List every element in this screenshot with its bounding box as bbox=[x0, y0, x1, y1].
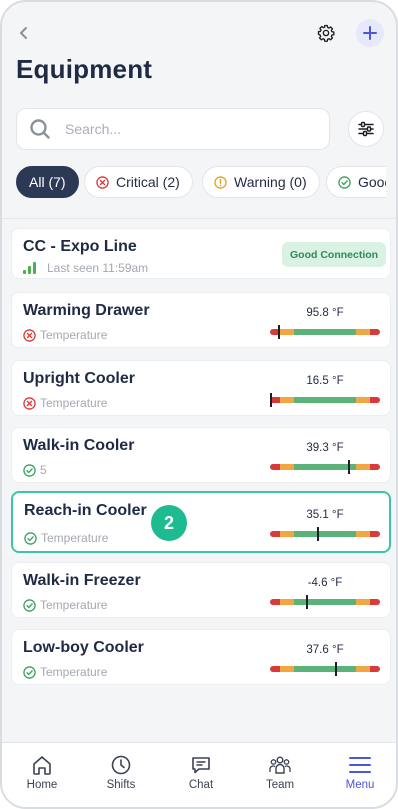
equipment-card[interactable]: Low-boy Cooler Temperature 37.6 °F bbox=[11, 629, 391, 685]
connection-name: CC - Expo Line bbox=[23, 238, 137, 255]
temperature-reading: 16.5 °F bbox=[306, 375, 344, 387]
equipment-status-row: Temperature bbox=[23, 396, 107, 410]
equipment-card[interactable]: Warming Drawer Temperature 95.8 °F bbox=[11, 292, 391, 348]
filter-chip-good[interactable]: Good bbox=[326, 166, 386, 198]
critical-icon bbox=[23, 328, 36, 342]
app-screen: Equipment All (7) Critical (2) War bbox=[0, 0, 398, 809]
chip-label: All (7) bbox=[29, 174, 66, 190]
search-bar[interactable] bbox=[16, 108, 330, 150]
gauge-marker bbox=[278, 325, 280, 339]
equipment-name: Warming Drawer bbox=[23, 302, 150, 319]
critical-icon bbox=[23, 396, 36, 410]
last-seen-text: Last seen 11:59am bbox=[47, 261, 149, 275]
critical-icon bbox=[95, 175, 109, 189]
gauge-marker bbox=[348, 460, 350, 474]
connection-last-seen-row: Last seen 11:59am bbox=[23, 261, 148, 275]
equipment-status-row: Temperature bbox=[23, 665, 107, 679]
equipment-name: Upright Cooler bbox=[23, 370, 135, 387]
warning-icon bbox=[213, 175, 227, 189]
equipment-sub-text: Temperature bbox=[40, 598, 108, 612]
signal-icon bbox=[23, 262, 37, 274]
gauge-marker bbox=[317, 527, 319, 541]
chip-label: Critical (2) bbox=[116, 174, 180, 190]
filter-chip-warning[interactable]: Warning (0) bbox=[202, 166, 320, 198]
temperature-gauge bbox=[270, 393, 380, 407]
temperature-reading: 35.1 °F bbox=[306, 509, 344, 521]
good-icon bbox=[337, 175, 351, 189]
filter-chips: All (7) Critical (2) Warning (0) Good bbox=[16, 166, 386, 200]
temperature-reading: 95.8 °F bbox=[306, 307, 344, 319]
tab-team[interactable]: Team bbox=[242, 753, 318, 791]
equipment-card[interactable]: Upright Cooler Temperature 16.5 °F bbox=[11, 360, 391, 416]
equipment-status-row: Temperature bbox=[23, 328, 107, 342]
tab-label: Team bbox=[265, 779, 295, 791]
temperature-reading: 39.3 °F bbox=[306, 442, 344, 454]
menu-icon bbox=[348, 753, 372, 777]
temperature-gauge bbox=[270, 325, 380, 339]
bottom-tab-bar: Home Shifts Chat Team Menu bbox=[2, 742, 396, 807]
equipment-name: Low-boy Cooler bbox=[23, 639, 144, 656]
connection-status-badge: Good Connection bbox=[282, 242, 387, 267]
tab-label: Chat bbox=[188, 779, 214, 791]
equipment-status-row: Temperature bbox=[24, 531, 108, 545]
top-bar bbox=[2, 18, 396, 48]
temperature-gauge bbox=[270, 662, 380, 676]
equipment-name: Walk-in Freezer bbox=[23, 572, 141, 589]
team-icon bbox=[268, 753, 292, 777]
filter-chip-all[interactable]: All (7) bbox=[16, 166, 79, 198]
divider bbox=[2, 218, 396, 219]
equipment-card[interactable]: Walk-in Freezer Temperature -4.6 °F bbox=[11, 562, 391, 618]
add-button[interactable] bbox=[356, 19, 384, 47]
tab-shifts[interactable]: Shifts bbox=[83, 753, 159, 791]
equipment-sub-text: Temperature bbox=[41, 531, 109, 545]
tab-menu[interactable]: Menu bbox=[322, 753, 396, 791]
temperature-gauge bbox=[270, 595, 380, 609]
good-icon bbox=[23, 665, 36, 679]
equipment-sub-text: Temperature bbox=[40, 328, 108, 342]
gauge-marker bbox=[306, 595, 308, 609]
home-icon bbox=[30, 753, 54, 777]
settings-button[interactable] bbox=[314, 20, 338, 46]
equipment-status-row: 5 bbox=[23, 463, 47, 477]
equipment-name: Reach-in Cooler bbox=[24, 502, 147, 519]
equipment-card-selected[interactable]: Reach-in Cooler 2 Temperature 35.1 °F bbox=[11, 491, 391, 553]
tab-label: Home bbox=[26, 779, 58, 791]
gauge-marker bbox=[335, 662, 337, 676]
equipment-sub-text: 5 bbox=[40, 463, 47, 477]
filter-settings-button[interactable] bbox=[348, 111, 384, 147]
page-title: Equipment bbox=[16, 54, 153, 84]
step-badge: 2 bbox=[151, 505, 187, 541]
temperature-reading: 37.6 °F bbox=[306, 644, 344, 656]
search-icon bbox=[29, 118, 51, 140]
tab-home[interactable]: Home bbox=[4, 753, 80, 791]
back-button[interactable] bbox=[14, 20, 34, 46]
chevron-left-icon bbox=[20, 27, 27, 39]
equipment-status-row: Temperature bbox=[23, 598, 107, 612]
gauge-marker bbox=[270, 393, 272, 407]
good-icon bbox=[23, 598, 36, 612]
temperature-reading: -4.6 °F bbox=[307, 577, 343, 589]
connection-card[interactable]: CC - Expo Line Last seen 11:59am Good Co… bbox=[11, 228, 391, 279]
search-input[interactable] bbox=[65, 121, 295, 137]
filter-chip-critical[interactable]: Critical (2) bbox=[84, 166, 193, 198]
sliders-icon bbox=[358, 121, 374, 137]
gear-icon bbox=[317, 24, 335, 42]
tab-chat[interactable]: Chat bbox=[163, 753, 239, 791]
equipment-name: Walk-in Cooler bbox=[23, 437, 135, 454]
good-icon bbox=[24, 531, 37, 545]
temperature-gauge bbox=[270, 460, 380, 474]
temperature-gauge bbox=[270, 527, 380, 541]
chat-icon bbox=[189, 753, 213, 777]
clock-icon bbox=[109, 753, 133, 777]
chip-label: Warning (0) bbox=[234, 174, 307, 190]
tab-label: Shifts bbox=[106, 779, 136, 791]
plus-icon bbox=[363, 26, 377, 40]
equipment-sub-text: Temperature bbox=[40, 665, 108, 679]
chip-label: Good bbox=[358, 174, 386, 190]
equipment-sub-text: Temperature bbox=[40, 396, 108, 410]
good-icon bbox=[23, 463, 36, 477]
equipment-card[interactable]: Walk-in Cooler 5 39.3 °F bbox=[11, 427, 391, 483]
tab-label: Menu bbox=[345, 779, 375, 791]
